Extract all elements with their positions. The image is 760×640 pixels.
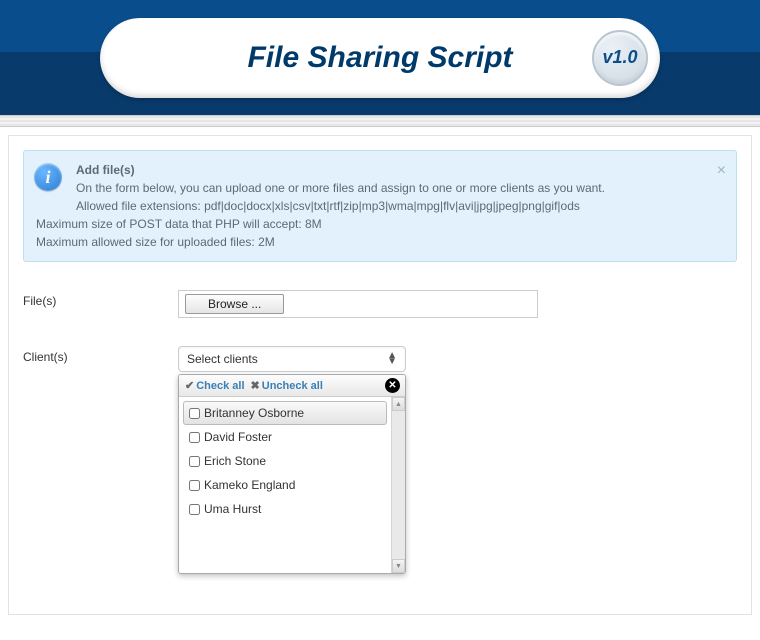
list-item-checkbox[interactable] — [189, 456, 200, 467]
scroll-up-icon[interactable]: ▲ — [392, 397, 405, 411]
list-item-checkbox[interactable] — [189, 432, 200, 443]
list-item-label: Britanney Osborne — [204, 406, 304, 420]
dropdown-body: Britanney Osborne David Foster Erich Sto… — [179, 397, 405, 573]
dropdown-list: Britanney Osborne David Foster Erich Sto… — [179, 397, 391, 573]
uncheck-all-button[interactable]: ✖ Uncheck all — [251, 379, 323, 392]
list-item-label: Kameko England — [204, 478, 295, 492]
list-item[interactable]: Kameko England — [183, 473, 387, 497]
clients-row: Client(s) Select clients ▲▼ ✔ Check all … — [23, 346, 737, 372]
list-item-checkbox[interactable] — [189, 504, 200, 515]
check-icon: ✔ — [185, 379, 194, 392]
dropdown-toolbar: ✔ Check all ✖ Uncheck all ✕ — [179, 375, 405, 397]
header-pill: File Sharing Script v1.0 — [100, 18, 660, 98]
info-alert: i × Add file(s) On the form below, you c… — [23, 150, 737, 262]
list-item-checkbox[interactable] — [189, 480, 200, 491]
info-line: On the form below, you can upload one or… — [76, 179, 724, 197]
clients-select[interactable]: Select clients ▲▼ — [178, 346, 406, 372]
list-item-label: Uma Hurst — [204, 502, 261, 516]
list-item[interactable]: Uma Hurst — [183, 497, 387, 521]
info-title: Add file(s) — [76, 161, 724, 179]
browse-button[interactable]: Browse ... — [185, 294, 284, 314]
info-line: Maximum size of POST data that PHP will … — [36, 215, 724, 233]
scrollbar[interactable]: ▲ ▼ — [391, 397, 405, 573]
app-title: File Sharing Script — [247, 41, 512, 75]
info-line: Maximum allowed size for uploaded files:… — [36, 233, 724, 251]
scroll-down-icon[interactable]: ▼ — [392, 559, 405, 573]
check-all-button[interactable]: ✔ Check all — [185, 379, 245, 392]
info-line: Allowed file extensions: pdf|doc|docx|xl… — [76, 197, 724, 215]
list-item[interactable]: Erich Stone — [183, 449, 387, 473]
clients-dropdown: ✔ Check all ✖ Uncheck all ✕ Britanney Os… — [178, 374, 406, 574]
clients-label: Client(s) — [23, 346, 178, 372]
files-row: File(s) Browse ... — [23, 290, 737, 318]
list-item-label: Erich Stone — [204, 454, 266, 468]
close-icon[interactable]: × — [717, 159, 726, 183]
chevron-updown-icon: ▲▼ — [387, 353, 397, 365]
clients-select-text: Select clients — [187, 352, 258, 366]
list-item-checkbox[interactable] — [189, 408, 200, 419]
info-icon: i — [34, 163, 62, 191]
dropdown-close-icon[interactable]: ✕ — [385, 378, 400, 393]
files-label: File(s) — [23, 290, 178, 318]
version-badge: v1.0 — [592, 30, 648, 86]
file-input-wrap[interactable]: Browse ... — [178, 290, 538, 318]
main-panel: i × Add file(s) On the form below, you c… — [8, 135, 752, 615]
list-item[interactable]: Britanney Osborne — [183, 401, 387, 425]
check-all-label: Check all — [196, 380, 244, 392]
list-item-label: David Foster — [204, 430, 272, 444]
uncheck-all-label: Uncheck all — [262, 380, 323, 392]
cross-icon: ✖ — [251, 379, 260, 392]
list-item[interactable]: David Foster — [183, 425, 387, 449]
header-band: File Sharing Script v1.0 — [0, 0, 760, 115]
sub-bar — [0, 115, 760, 127]
